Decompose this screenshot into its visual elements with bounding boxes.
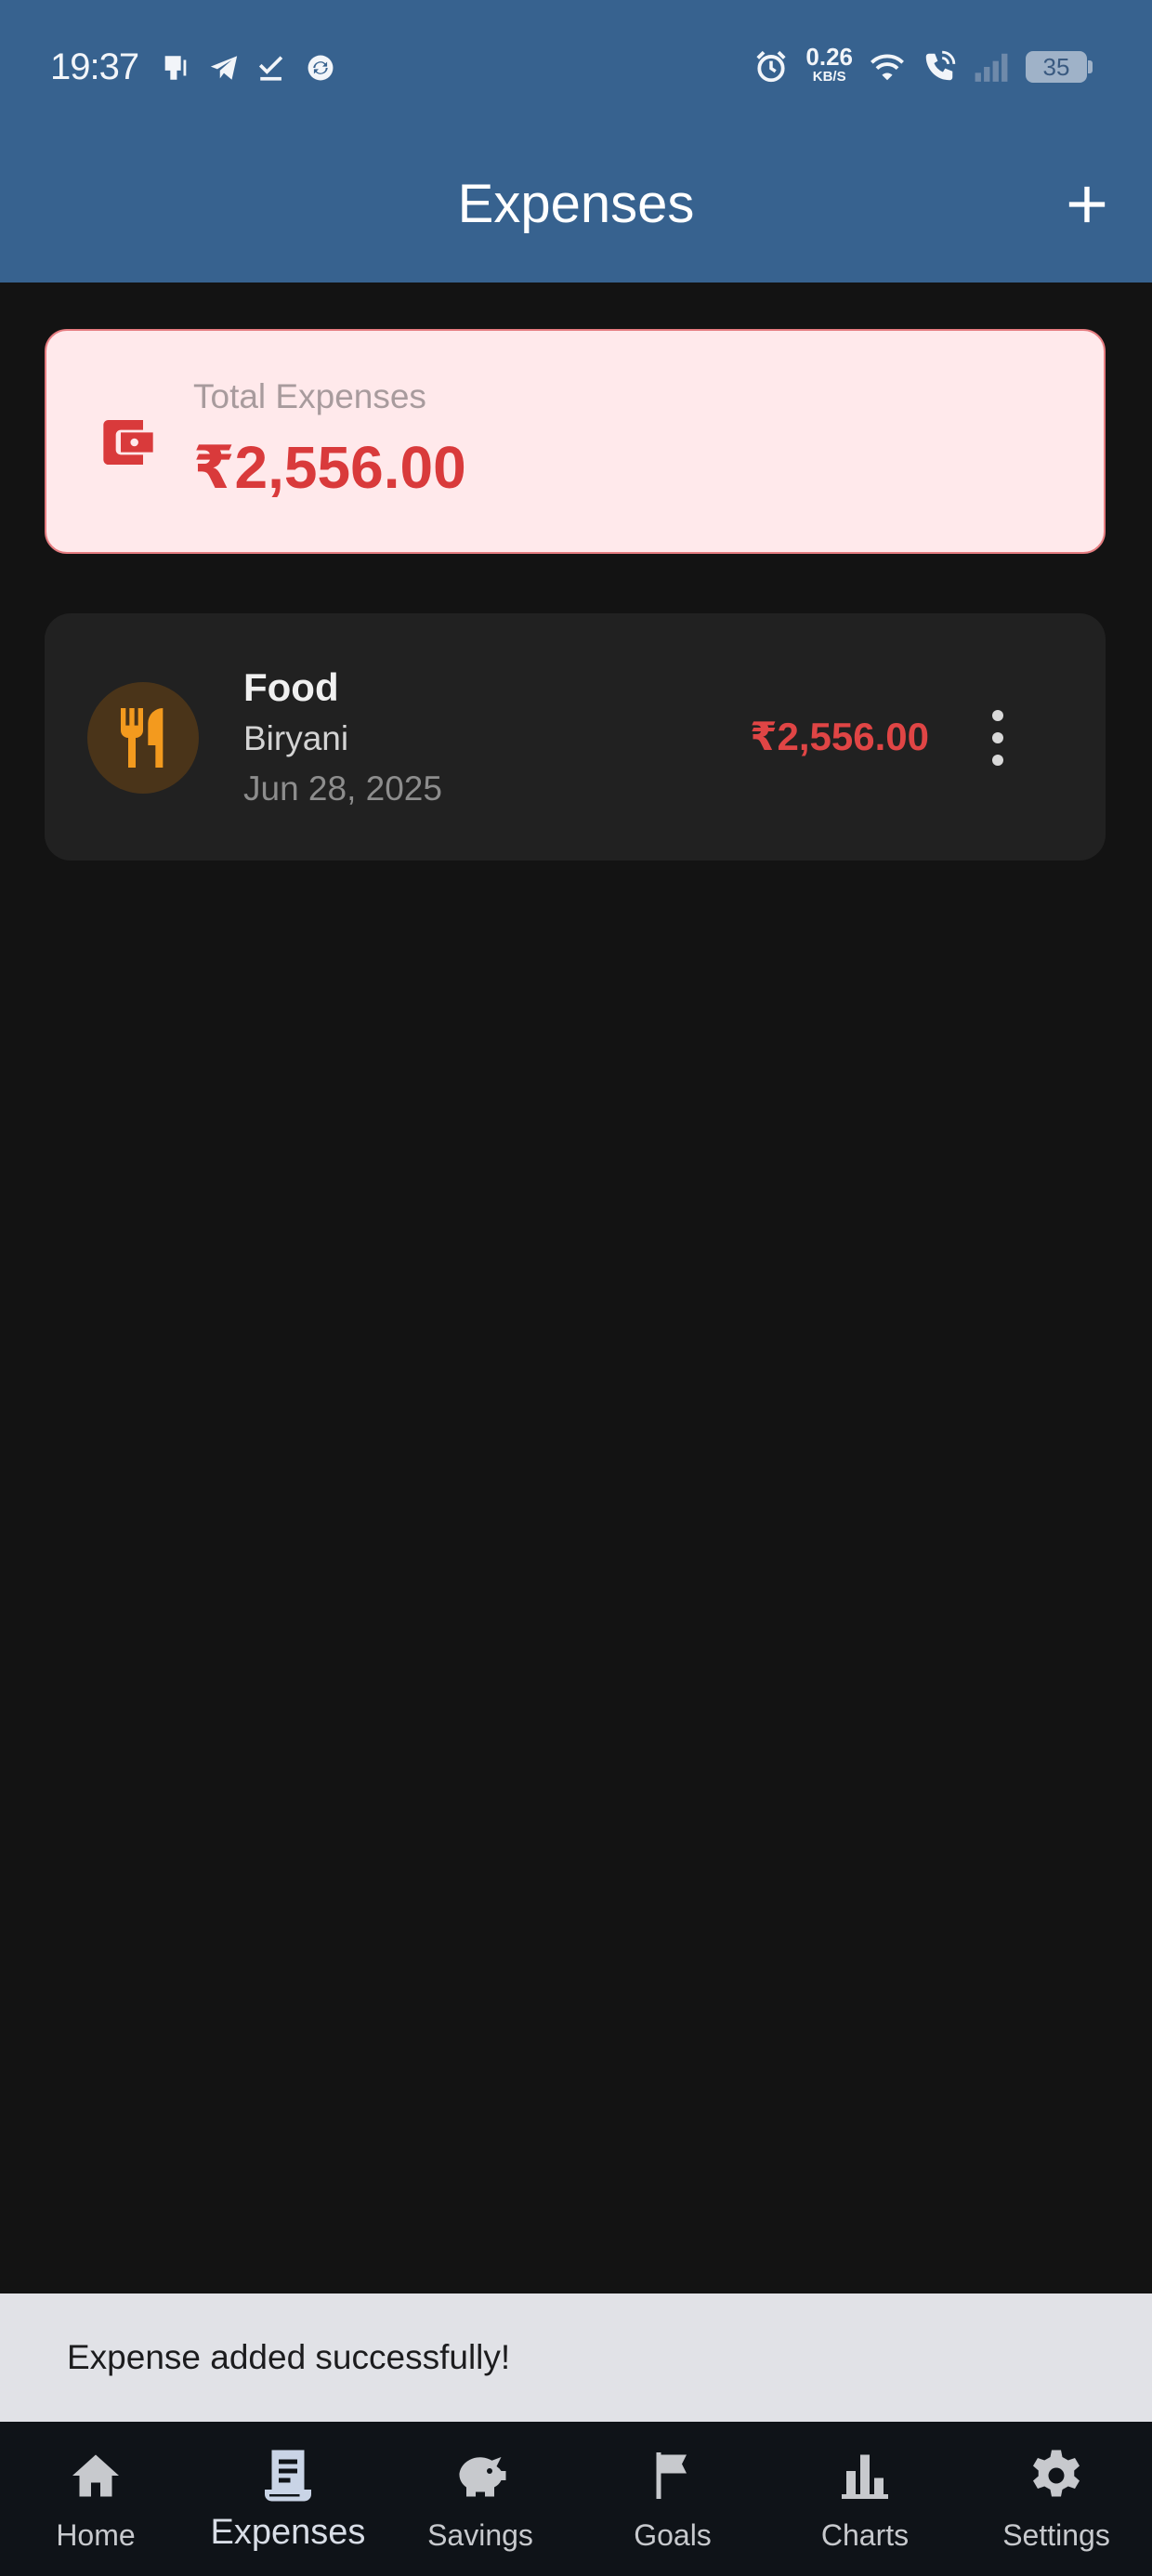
nav-item-expenses[interactable]: Expenses xyxy=(192,2422,384,2576)
nav-item-home[interactable]: Home xyxy=(0,2422,191,2576)
total-expenses-card: Total Expenses ₹2,556.00 xyxy=(45,329,1106,554)
more-options-button[interactable] xyxy=(979,710,1016,766)
category-avatar xyxy=(87,682,199,794)
nav-item-savings[interactable]: Savings xyxy=(385,2422,576,2576)
sync-icon xyxy=(303,50,338,85)
snackbar-message: Expense added successfully! xyxy=(67,2338,511,2376)
wallet-icon xyxy=(103,420,153,465)
expense-list-item[interactable]: Food Biryani Jun 28, 2025 ₹2,556.00 xyxy=(45,613,1106,861)
alarm-icon xyxy=(753,49,789,85)
check-icon xyxy=(255,50,290,85)
status-system-icons: 0.26 KB/S 35 xyxy=(753,45,1093,87)
flag-icon xyxy=(656,2452,687,2499)
home-icon xyxy=(72,2454,119,2497)
expense-category: Food xyxy=(243,665,339,709)
expense-amount: ₹2,556.00 xyxy=(750,715,929,758)
total-expenses-label: Total Expenses xyxy=(193,377,426,415)
nav-label-goals: Goals xyxy=(634,2518,712,2552)
net-speed-unit: KB/S xyxy=(812,69,846,85)
wifi-icon xyxy=(870,49,905,85)
nav-label-expenses: Expenses xyxy=(210,2513,366,2552)
status-notification-icons xyxy=(158,50,338,85)
nav-label-savings: Savings xyxy=(427,2518,533,2552)
bar-chart-icon xyxy=(842,2454,888,2499)
status-bar: 19:37 0.26 KB/S 35 xyxy=(0,0,1152,138)
battery-icon: 35 xyxy=(1026,51,1093,83)
receipt-icon xyxy=(265,2450,311,2502)
network-speed: 0.26 KB/S xyxy=(805,45,853,87)
restaurant-icon xyxy=(121,708,164,768)
snackbar: Expense added successfully! xyxy=(0,2293,1152,2422)
expense-date: Jun 28, 2025 xyxy=(243,769,442,808)
more-vert-dot xyxy=(992,755,1003,766)
nav-label-home: Home xyxy=(56,2518,136,2552)
nav-item-charts[interactable]: Charts xyxy=(769,2422,961,2576)
gear-icon xyxy=(1033,2450,1080,2497)
more-vert-dot xyxy=(992,732,1003,743)
page-title: Expenses xyxy=(457,174,695,234)
status-time: 19:37 xyxy=(50,46,139,87)
expense-description: Biryani xyxy=(243,719,349,757)
nav-label-settings: Settings xyxy=(1002,2518,1110,2552)
signal-icon xyxy=(974,49,1009,85)
wifi-call-icon xyxy=(922,49,957,85)
telegram-icon xyxy=(206,50,242,85)
nav-item-goals[interactable]: Goals xyxy=(577,2422,768,2576)
more-vert-icon xyxy=(992,710,1003,721)
bottom-navigation: Home Expenses Savings Goals Charts Setti… xyxy=(0,2422,1152,2576)
nav-item-settings[interactable]: Settings xyxy=(961,2422,1152,2576)
add-expense-button[interactable] xyxy=(1059,177,1115,232)
plus-icon xyxy=(1068,186,1106,223)
piggy-bank-icon xyxy=(459,2457,506,2497)
notification-icon xyxy=(158,50,193,85)
app-bar: 19:37 0.26 KB/S 35 Expenses xyxy=(0,0,1152,283)
total-expenses-value: ₹2,556.00 xyxy=(193,434,466,501)
nav-label-charts: Charts xyxy=(820,2518,910,2552)
